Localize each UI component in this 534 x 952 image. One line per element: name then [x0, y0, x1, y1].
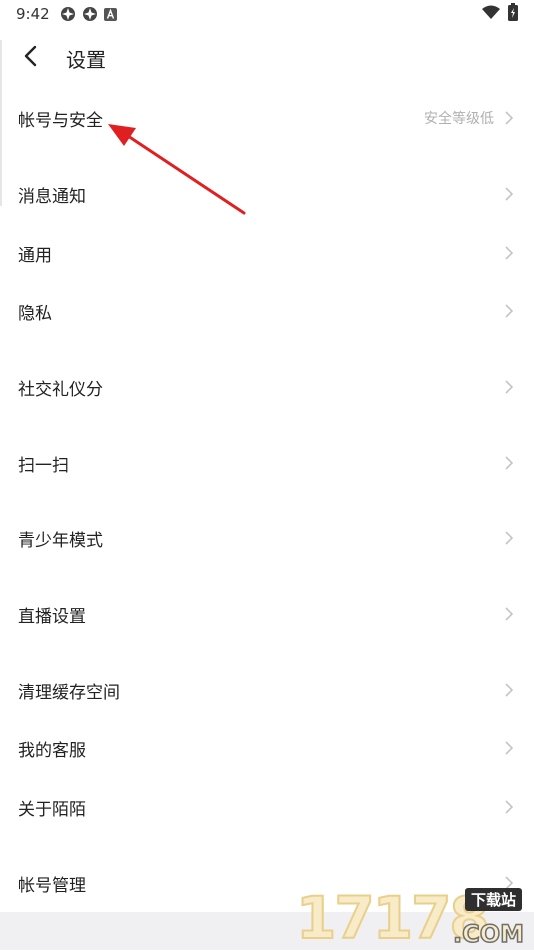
chevron-right-icon: [502, 530, 516, 546]
settings-item-live-settings[interactable]: 直播设置: [0, 592, 534, 636]
battery-charging-icon: [508, 3, 518, 25]
chevron-right-icon: [502, 245, 516, 261]
chevron-right-icon: [502, 186, 516, 202]
settings-item-scan[interactable]: 扫一扫: [0, 441, 534, 485]
chevron-left-icon: [23, 45, 37, 71]
settings-item-label: 帐号与安全: [18, 110, 103, 131]
chevron-right-icon: [502, 110, 516, 126]
chevron-right-icon: [502, 606, 516, 622]
wifi-icon: [482, 5, 500, 23]
settings-item-customer-service[interactable]: 我的客服: [0, 726, 534, 770]
app-a-icon: [103, 7, 117, 21]
chevron-right-icon: [502, 740, 516, 756]
settings-item-label: 社交礼仪分: [18, 379, 103, 400]
vpn-flower-icon: [60, 6, 76, 22]
settings-item-label: 青少年模式: [18, 530, 103, 551]
watermark-badge: 下载站: [464, 888, 522, 911]
status-time: 9:42: [16, 5, 50, 23]
settings-item-label: 通用: [18, 245, 52, 266]
settings-item-label: 隐私: [18, 303, 52, 324]
watermark-logo: 17178 下载站 .COM: [295, 887, 526, 949]
chevron-right-icon: [502, 303, 516, 319]
status-bar: 9:42: [0, 0, 534, 28]
settings-item-label: 扫一扫: [18, 455, 69, 476]
chevron-right-icon: [502, 455, 516, 471]
settings-item-notifications[interactable]: 消息通知: [0, 172, 534, 216]
settings-item-label: 我的客服: [18, 740, 86, 761]
settings-item-label: 直播设置: [18, 606, 86, 627]
settings-item-label: 清理缓存空间: [18, 682, 120, 703]
chevron-right-icon: [502, 682, 516, 698]
security-level-value: 安全等级低: [424, 111, 494, 127]
page-header: 设置: [0, 30, 534, 86]
settings-item-label: 消息通知: [18, 186, 86, 207]
watermark-domain: .COM: [452, 919, 525, 949]
page-title: 设置: [66, 47, 106, 72]
settings-item-teen-mode[interactable]: 青少年模式: [0, 516, 534, 560]
vpn-flower-icon: [82, 6, 98, 22]
chevron-right-icon: [502, 379, 516, 395]
settings-item-about[interactable]: 关于陌陌: [0, 785, 534, 829]
settings-item-general[interactable]: 通用: [0, 231, 534, 275]
settings-item-clear-cache[interactable]: 清理缓存空间: [0, 668, 534, 712]
settings-item-social-etiquette[interactable]: 社交礼仪分: [0, 365, 534, 409]
settings-item-label: 帐号管理: [18, 875, 86, 896]
settings-item-label: 关于陌陌: [18, 799, 86, 820]
back-button[interactable]: [12, 40, 48, 76]
chevron-right-icon: [502, 799, 516, 815]
settings-item-account-security[interactable]: 帐号与安全 安全等级低: [0, 96, 534, 140]
settings-item-privacy[interactable]: 隐私: [0, 289, 534, 333]
